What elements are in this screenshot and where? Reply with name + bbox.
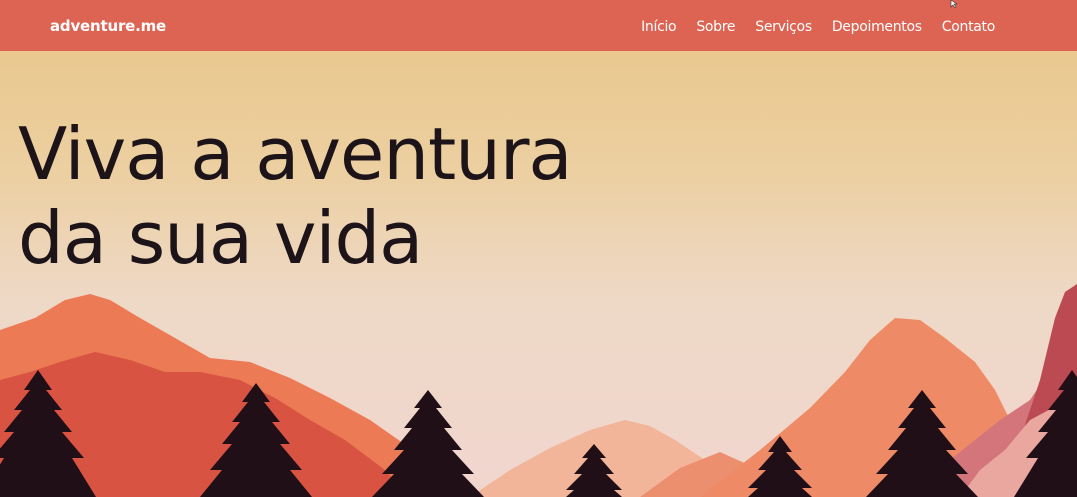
hero-title-line-1: Viva a aventura — [18, 112, 573, 196]
navbar: adventure.me Início Sobre Serviços Depoi… — [0, 0, 1077, 51]
nav-item-inicio: Início — [641, 16, 677, 35]
main-navigation: Início Sobre Serviços Depoimentos Contat… — [641, 16, 995, 35]
nav-menu: Início Sobre Serviços Depoimentos Contat… — [641, 16, 995, 35]
nav-link-servicos[interactable]: Serviços — [755, 19, 812, 35]
mouse-pointer-icon — [950, 0, 958, 8]
nav-link-inicio[interactable]: Início — [641, 19, 677, 35]
nav-item-sobre: Sobre — [696, 16, 735, 35]
nav-item-depoimentos: Depoimentos — [832, 16, 922, 35]
nav-link-depoimentos[interactable]: Depoimentos — [832, 19, 922, 35]
nav-item-contato: Contato — [942, 16, 996, 35]
nav-link-sobre[interactable]: Sobre — [696, 19, 735, 35]
landing-page: adventure.me Início Sobre Serviços Depoi… — [0, 0, 1077, 497]
nav-item-servicos: Serviços — [755, 16, 812, 35]
nav-link-contato[interactable]: Contato — [942, 19, 996, 35]
site-logo[interactable]: adventure.me — [50, 17, 166, 35]
hero-title: Viva a aventura da sua vida — [18, 112, 573, 280]
hero-title-line-2: da sua vida — [18, 196, 423, 280]
